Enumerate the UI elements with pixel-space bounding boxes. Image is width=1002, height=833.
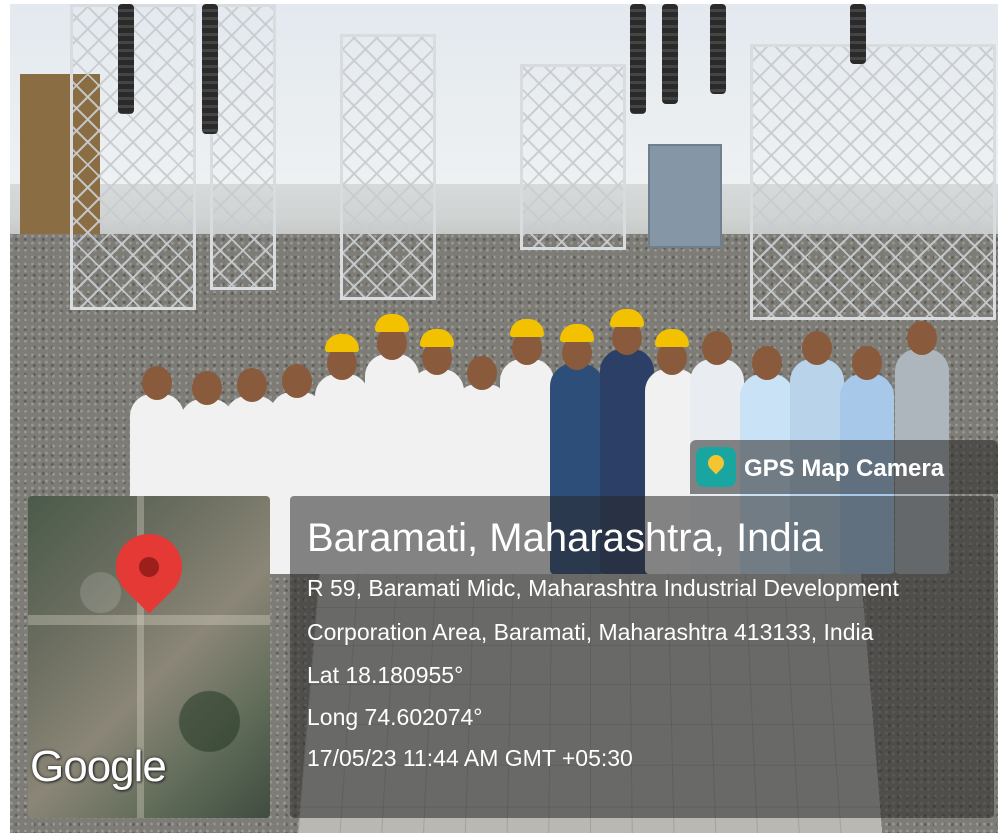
city-title: Baramati, Maharashtra, India [307, 516, 823, 560]
address-line-1: R 59, Baramati Midc, Maharashtra Industr… [307, 575, 899, 601]
insulator [118, 4, 134, 114]
latitude-text: Lat 18.180955° [307, 662, 464, 688]
insulator [662, 4, 678, 104]
insulator [202, 4, 218, 134]
gps-map-camera-icon [696, 447, 736, 487]
insulator [850, 4, 866, 64]
address-line-2: Corporation Area, Baramati, Maharashtra … [307, 619, 874, 645]
lattice-tower [340, 34, 436, 300]
longitude-text: Long 74.602074° [307, 704, 483, 730]
insulator [710, 4, 726, 94]
satellite-map-thumbnail: Google [28, 496, 270, 818]
app-name: GPS Map Camera [744, 455, 945, 482]
photo-frame: GPS Map Camera Google Baramati, Maharash… [0, 0, 1002, 833]
lattice-tower [210, 4, 276, 290]
google-logo: Google [30, 742, 167, 791]
timestamp-text: 17/05/23 11:44 AM GMT +05:30 [307, 745, 633, 771]
control-cabinet [648, 144, 722, 248]
map-pin-center [139, 557, 159, 577]
insulator [630, 4, 646, 114]
lattice-tower [520, 64, 626, 250]
